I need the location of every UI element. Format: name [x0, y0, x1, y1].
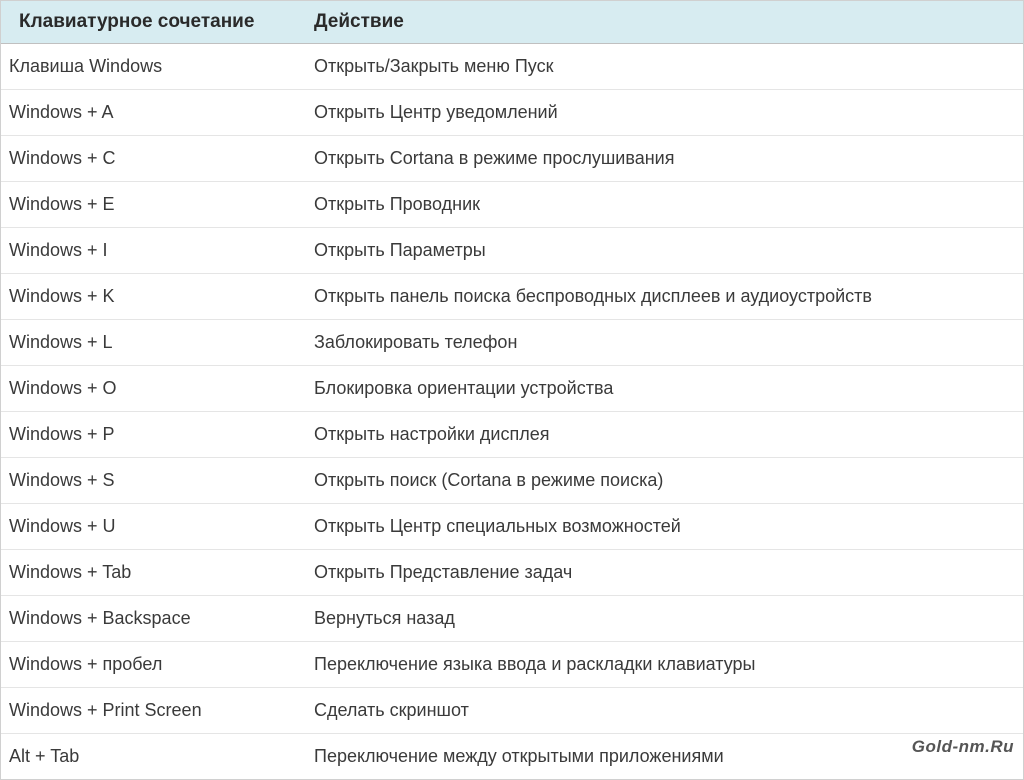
cell-action: Заблокировать телефон: [296, 320, 1023, 366]
cell-shortcut: Alt + Tab: [1, 734, 296, 780]
cell-action: Блокировка ориентации устройства: [296, 366, 1023, 412]
table-row: Windows + пробел Переключение языка ввод…: [1, 642, 1023, 688]
header-shortcut: Клавиатурное сочетание: [1, 1, 296, 44]
cell-action: Вернуться назад: [296, 596, 1023, 642]
cell-shortcut: Windows + P: [1, 412, 296, 458]
cell-action: Открыть Cortana в режиме прослушивания: [296, 136, 1023, 182]
table-row: Windows + Tab Открыть Представление зада…: [1, 550, 1023, 596]
cell-shortcut: Windows + S: [1, 458, 296, 504]
cell-action: Переключение языка ввода и раскладки кла…: [296, 642, 1023, 688]
cell-shortcut: Клавиша Windows: [1, 44, 296, 90]
table-row: Windows + I Открыть Параметры: [1, 228, 1023, 274]
table-header-row: Клавиатурное сочетание Действие: [1, 1, 1023, 44]
table-row: Alt + Tab Переключение между открытыми п…: [1, 734, 1023, 780]
cell-shortcut: Windows + A: [1, 90, 296, 136]
cell-action: Открыть Параметры: [296, 228, 1023, 274]
table-row: Windows + Print Screen Сделать скриншот: [1, 688, 1023, 734]
cell-shortcut: Windows + L: [1, 320, 296, 366]
table-row: Windows + L Заблокировать телефон: [1, 320, 1023, 366]
table-row: Windows + U Открыть Центр специальных во…: [1, 504, 1023, 550]
cell-action: Открыть панель поиска беспроводных диспл…: [296, 274, 1023, 320]
shortcuts-table-container: Клавиатурное сочетание Действие Клавиша …: [0, 0, 1024, 780]
cell-shortcut: Windows + O: [1, 366, 296, 412]
table-row: Windows + E Открыть Проводник: [1, 182, 1023, 228]
cell-action: Открыть настройки дисплея: [296, 412, 1023, 458]
cell-shortcut: Windows + Backspace: [1, 596, 296, 642]
table-row: Windows + P Открыть настройки дисплея: [1, 412, 1023, 458]
header-action: Действие: [296, 1, 1023, 44]
cell-shortcut: Windows + I: [1, 228, 296, 274]
cell-action: Открыть Центр специальных возможностей: [296, 504, 1023, 550]
cell-shortcut: Windows + Print Screen: [1, 688, 296, 734]
cell-shortcut: Windows + пробел: [1, 642, 296, 688]
cell-action: Открыть Представление задач: [296, 550, 1023, 596]
cell-shortcut: Windows + E: [1, 182, 296, 228]
shortcuts-table: Клавиатурное сочетание Действие Клавиша …: [1, 1, 1023, 779]
cell-shortcut: Windows + U: [1, 504, 296, 550]
table-row: Windows + S Открыть поиск (Cortana в реж…: [1, 458, 1023, 504]
watermark: Gold-nm.Ru: [912, 737, 1014, 757]
cell-action: Открыть/Закрыть меню Пуск: [296, 44, 1023, 90]
cell-action: Открыть Центр уведомлений: [296, 90, 1023, 136]
table-row: Windows + O Блокировка ориентации устрой…: [1, 366, 1023, 412]
table-body: Клавиша Windows Открыть/Закрыть меню Пус…: [1, 44, 1023, 780]
cell-action: Сделать скриншот: [296, 688, 1023, 734]
table-row: Windows + A Открыть Центр уведомлений: [1, 90, 1023, 136]
cell-shortcut: Windows + Tab: [1, 550, 296, 596]
table-row: Клавиша Windows Открыть/Закрыть меню Пус…: [1, 44, 1023, 90]
table-row: Windows + K Открыть панель поиска беспро…: [1, 274, 1023, 320]
cell-shortcut: Windows + K: [1, 274, 296, 320]
cell-shortcut: Windows + C: [1, 136, 296, 182]
table-row: Windows + Backspace Вернуться назад: [1, 596, 1023, 642]
cell-action: Открыть поиск (Cortana в режиме поиска): [296, 458, 1023, 504]
cell-action: Открыть Проводник: [296, 182, 1023, 228]
table-row: Windows + C Открыть Cortana в режиме про…: [1, 136, 1023, 182]
